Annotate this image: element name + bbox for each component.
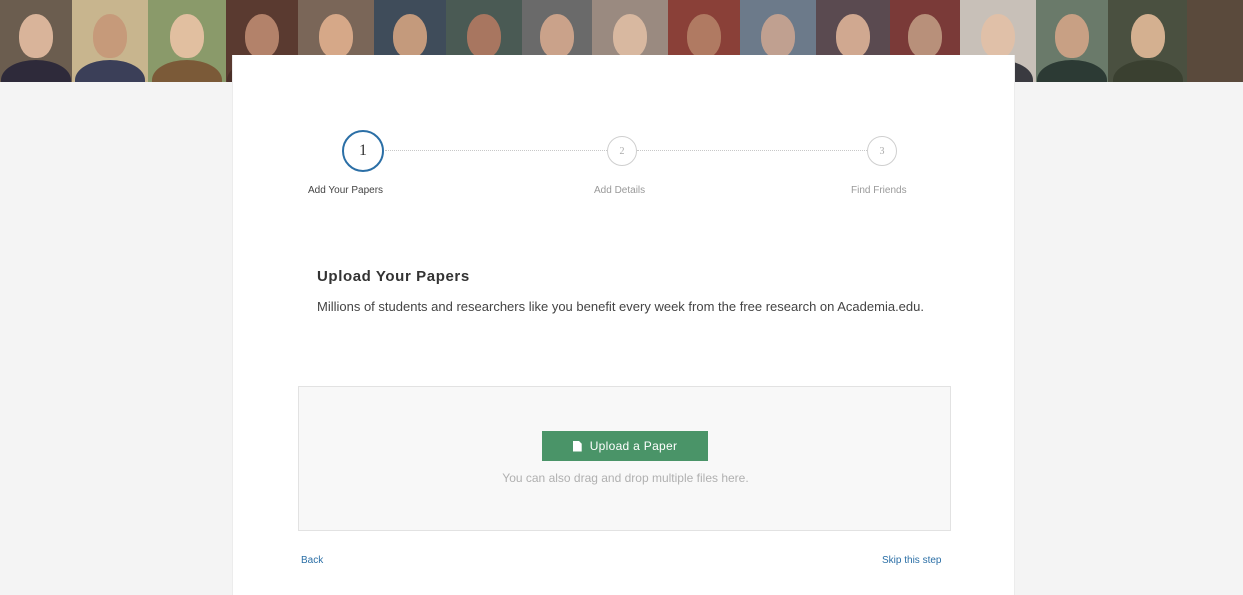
onboarding-card: 1 2 3 Add Your Papers Add Details Find F… xyxy=(232,55,1015,595)
page-description: Millions of students and researchers lik… xyxy=(317,299,924,314)
step-3-label: Find Friends xyxy=(851,185,907,196)
step-2-circle: 2 xyxy=(607,136,637,166)
profile-photo-thumbnail xyxy=(1036,0,1108,82)
drop-hint-text: You can also drag and drop multiple file… xyxy=(502,471,749,485)
profile-photo-thumbnail xyxy=(72,0,148,82)
profile-photo-thumbnail xyxy=(1108,0,1187,82)
step-3-circle: 3 xyxy=(867,136,897,166)
step-connector xyxy=(385,150,607,151)
document-icon xyxy=(572,440,582,452)
profile-photo-thumbnail xyxy=(0,0,72,82)
page-title: Upload Your Papers xyxy=(317,268,470,285)
back-link[interactable]: Back xyxy=(301,555,323,566)
step-1-circle: 1 xyxy=(342,130,384,172)
step-number: 1 xyxy=(359,142,367,159)
skip-step-link[interactable]: Skip this step xyxy=(882,555,941,566)
step-2-label: Add Details xyxy=(594,185,646,196)
progress-stepper: 1 2 3 Add Your Papers Add Details Find F… xyxy=(233,130,1016,200)
upload-paper-button[interactable]: Upload a Paper xyxy=(542,431,708,461)
step-number: 2 xyxy=(619,145,625,157)
upload-paper-label: Upload a Paper xyxy=(589,439,678,453)
step-connector xyxy=(637,150,867,151)
step-number: 3 xyxy=(879,145,885,157)
step-1-label: Add Your Papers xyxy=(308,185,384,196)
profile-photo-thumbnail xyxy=(148,0,226,82)
file-drop-zone[interactable]: Upload a Paper You can also drag and dro… xyxy=(298,386,951,531)
